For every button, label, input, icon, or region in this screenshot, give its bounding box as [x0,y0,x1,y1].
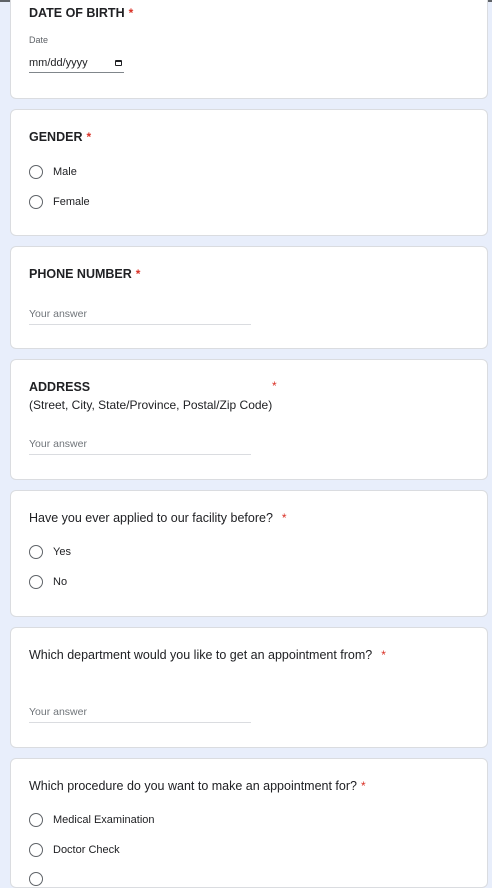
radio-button[interactable] [29,575,43,589]
radio-button[interactable] [29,843,43,857]
phone-input[interactable]: Your answer [29,308,251,325]
option-label: Doctor Check [53,844,120,856]
option-label: No [53,576,68,588]
date-input-placeholder: mm/dd/yyyy [29,57,88,69]
question-card-procedure: Which procedure do you want to make an a… [10,758,488,888]
question-title: DATE OF BIRTH * [29,6,134,20]
option-label: Male [53,166,77,178]
question-card-phone-number: PHONE NUMBER * Your answer [10,246,488,349]
required-asterisk: * [128,6,134,20]
option-label: Medical Examination [53,814,155,826]
question-title: ADDRESS [29,380,91,394]
required-asterisk: * [86,130,92,144]
question-title: Which procedure do you want to make an a… [29,779,366,793]
radio-button[interactable] [29,813,43,827]
question-card-applied-before: Have you ever applied to our facility be… [10,490,488,617]
required-asterisk: * [135,267,141,281]
required-asterisk: * [272,379,277,393]
question-card-gender: GENDER * Male Female [10,109,488,236]
calendar-icon[interactable] [115,60,122,66]
question-title: Which department would you like to get a… [29,648,386,662]
question-card-address: ADDRESS * (Street, City, State/Province,… [10,359,488,480]
department-input[interactable]: Your answer [29,706,251,723]
required-asterisk: * [381,648,386,662]
radio-button[interactable] [29,195,43,209]
question-subtitle: (Street, City, State/Province, Postal/Zi… [29,398,273,412]
radio-button[interactable] [29,545,43,559]
date-label: Date [29,35,49,45]
option-doctor-check[interactable]: Doctor Check [29,843,120,857]
option-medical-examination[interactable]: Medical Examination [29,813,155,827]
required-asterisk: * [281,511,287,525]
address-input[interactable]: Your answer [29,438,251,455]
radio-button[interactable] [29,872,43,886]
question-title: Have you ever applied to our facility be… [29,511,287,525]
option-female[interactable]: Female [29,195,90,209]
option-label: Yes [53,546,71,558]
option-yes[interactable]: Yes [29,545,71,559]
question-card-date-of-birth: DATE OF BIRTH * Date mm/dd/yyyy [10,0,488,99]
option-male[interactable]: Male [29,165,77,179]
option-partially-visible[interactable] [29,872,43,886]
question-title: PHONE NUMBER * [29,267,141,281]
required-asterisk: * [360,779,366,793]
question-title: GENDER * [29,130,92,144]
option-no[interactable]: No [29,575,67,589]
radio-button[interactable] [29,165,43,179]
question-card-department: Which department would you like to get a… [10,627,488,748]
option-label: Female [53,196,90,208]
date-input[interactable]: mm/dd/yyyy [29,54,124,73]
